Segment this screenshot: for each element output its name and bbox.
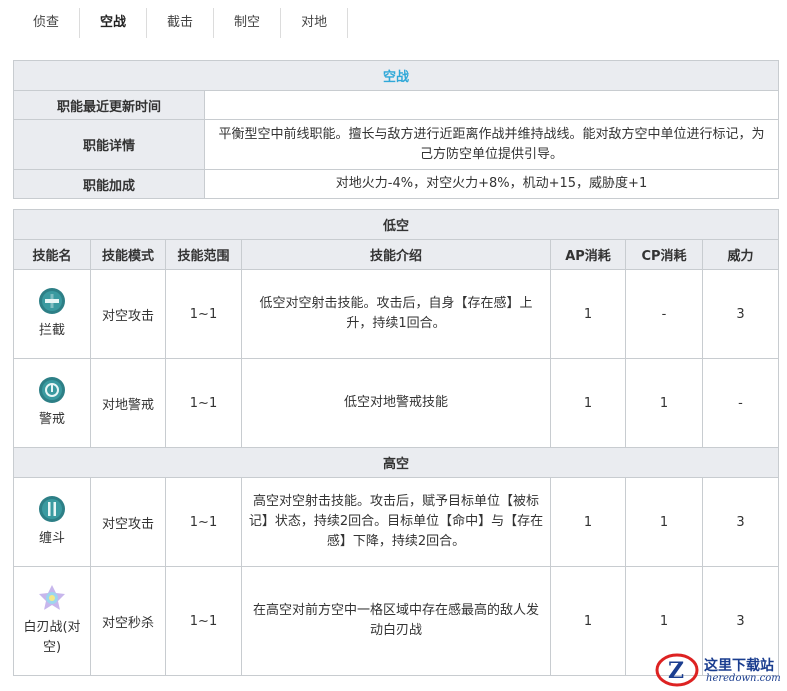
table-row: 缠斗 对空攻击 1~1 高空对空射击技能。攻击后，赋予目标单位【被标记】状态，持… [13, 477, 780, 567]
col-ap-cost: AP消耗 [550, 239, 626, 270]
skill-cp: 1 [625, 358, 703, 448]
tab-air-control[interactable]: 制空 [214, 8, 282, 38]
role-detail-label: 职能详情 [13, 119, 205, 170]
melee-skill-icon [39, 585, 65, 610]
skill-mode: 对空攻击 [90, 477, 166, 567]
skill-mode: 对空攻击 [90, 269, 166, 359]
col-skill-desc: 技能介绍 [241, 239, 551, 270]
skill-desc: 高空对空射击技能。攻击后，赋予目标单位【被标记】状态，持续2回合。目标单位【命中… [241, 477, 551, 567]
skill-mode: 对地警戒 [90, 358, 166, 448]
table-row: 警戒 对地警戒 1~1 低空对地警戒技能 1 1 - [13, 358, 780, 448]
role-tabs: 侦查 空战 截击 制空 对地 [13, 8, 349, 38]
skill-ap: 1 [550, 566, 626, 676]
tab-air-combat[interactable]: 空战 [80, 8, 148, 38]
role-detail-value: 平衡型空中前线职能。擅长与敌方进行近距离作战并维持战线。能对敌方空中单位进行标记… [203, 119, 780, 170]
skill-cp: 1 [625, 477, 703, 567]
skill-mode: 对空秒杀 [90, 566, 166, 676]
col-skill-range: 技能范围 [165, 239, 242, 270]
skill-range: 1~1 [165, 358, 242, 448]
high-altitude-header: 高空 [12, 447, 780, 478]
role-bonus-value: 对地火力-4%，对空火力+8%，机动+15，威胁度+1 [203, 169, 780, 199]
svg-text:Z: Z [668, 658, 684, 684]
skill-name: 白刃战(对空) [23, 620, 81, 655]
skill-name-cell: 警戒 [13, 358, 91, 448]
role-bonus-label: 职能加成 [13, 169, 205, 199]
watermark-logo-icon: Z [655, 653, 699, 687]
skill-name: 缠斗 [38, 531, 65, 546]
alert-skill-icon [39, 377, 65, 403]
update-time-label: 职能最近更新时间 [13, 90, 205, 120]
site-watermark: Z 这里下载站 heredown.com [654, 651, 784, 689]
skill-desc: 在高空对前方空中一格区域中存在感最高的敌人发动白刃战 [241, 566, 551, 676]
dogfight-skill-icon [39, 496, 65, 522]
skill-range: 1~1 [165, 477, 242, 567]
skill-ap: 1 [550, 269, 626, 359]
interception-skill-icon [39, 288, 65, 314]
tab-recon[interactable]: 侦查 [13, 8, 81, 38]
skill-range: 1~1 [165, 269, 242, 359]
role-info-table: 空战 职能最近更新时间 职能详情 平衡型空中前线职能。擅长与敌方进行近距离作战并… [12, 60, 780, 199]
skill-desc: 低空对空射击技能。攻击后，自身【存在感】上升，持续1回合。 [241, 269, 551, 359]
tab-intercept[interactable]: 截击 [147, 8, 215, 38]
skill-name-cell: 拦截 [13, 269, 91, 359]
col-skill-name: 技能名 [13, 239, 91, 270]
skill-range: 1~1 [165, 566, 242, 676]
role-title: 空战 [12, 60, 780, 91]
low-altitude-header: 低空 [12, 209, 780, 240]
skill-power: - [701, 358, 780, 448]
watermark-title: 这里下载站 [704, 658, 774, 674]
col-power: 威力 [701, 239, 780, 270]
tab-ground-attack[interactable]: 对地 [281, 8, 349, 38]
col-skill-mode: 技能模式 [90, 239, 166, 270]
skill-name-cell: 缠斗 [13, 477, 91, 567]
col-cp-cost: CP消耗 [625, 239, 703, 270]
skill-name-cell: 白刃战(对空) [13, 566, 91, 676]
skill-name: 拦截 [38, 323, 65, 338]
update-time-value [203, 90, 780, 120]
skill-power: 3 [701, 269, 780, 359]
skill-power: 3 [701, 477, 780, 567]
skills-table: 低空 技能名 技能模式 技能范围 技能介绍 AP消耗 CP消耗 威力 拦截 对空… [12, 209, 780, 676]
skill-cp: - [625, 269, 703, 359]
skill-name: 警戒 [38, 412, 65, 427]
table-row: 拦截 对空攻击 1~1 低空对空射击技能。攻击后，自身【存在感】上升，持续1回合… [13, 269, 780, 359]
watermark-url: heredown.com [706, 673, 781, 684]
skill-desc: 低空对地警戒技能 [241, 358, 551, 448]
skill-ap: 1 [550, 358, 626, 448]
skill-ap: 1 [550, 477, 626, 567]
